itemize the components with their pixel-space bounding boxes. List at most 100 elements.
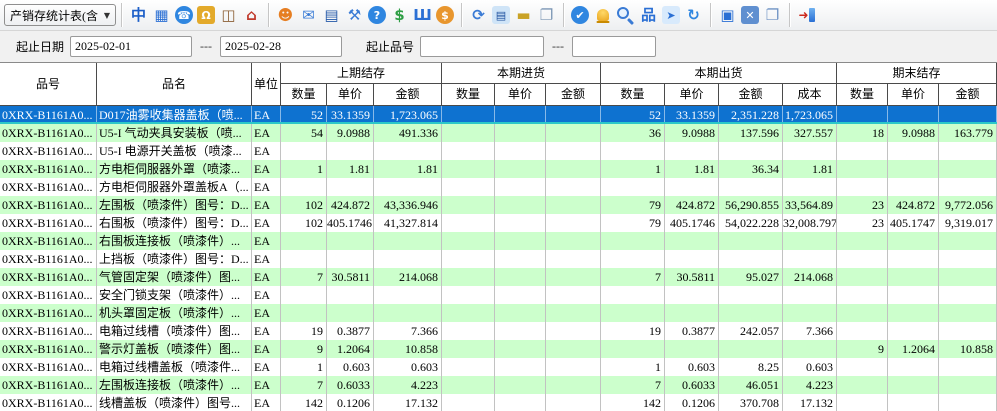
- cell-end-price: [888, 232, 939, 250]
- col-header: 金额: [546, 84, 601, 105]
- cell-out-qty: 79: [601, 196, 665, 214]
- cell-unit: EA: [252, 340, 281, 358]
- cell-prev-price: 0.6033: [327, 376, 374, 394]
- cell-out-price: 405.1746: [665, 214, 719, 232]
- cell-in-price: [495, 178, 546, 196]
- users-icon-glyph: ☻: [278, 8, 294, 23]
- cell-prev-amount: 43,336.946: [374, 196, 442, 214]
- cell-prev-price: 1.2064: [327, 340, 374, 358]
- cell-out-price: [665, 304, 719, 322]
- notebook-icon[interactable]: ▤: [492, 6, 510, 24]
- cell-end-qty: 23: [837, 196, 888, 214]
- grid-body: 0XRX-B1161A0...D017油雾收集器盖板（喷...EA5233.13…: [0, 106, 997, 411]
- table-row[interactable]: 0XRX-B1161A0...机头罩固定板（喷漆件）...EA: [0, 304, 997, 322]
- tool-icon[interactable]: ⚒: [344, 5, 365, 26]
- cell-prev-qty: [281, 232, 327, 250]
- restore-window-icon[interactable]: ▣: [717, 5, 738, 26]
- cell-unit: EA: [252, 106, 281, 122]
- monitor-icon[interactable]: ▦: [151, 5, 172, 26]
- report-type-selector[interactable]: 产销存统计表(含 ▼: [4, 4, 116, 26]
- part-from-input[interactable]: [420, 36, 544, 57]
- table-row[interactable]: 0XRX-B1161A0...方电柜伺服器外罩盖板A（...EA: [0, 178, 997, 196]
- cell-end-qty: 9: [837, 340, 888, 358]
- screen-pointer-icon[interactable]: ➤: [662, 6, 680, 24]
- table-row[interactable]: 0XRX-B1161A0...U5-I 气动夹具安装板（喷...EA549.09…: [0, 124, 997, 142]
- copy-icon-glyph: ❐: [540, 8, 553, 23]
- cell-out-cost: 4.223: [783, 376, 837, 394]
- cell-in-amount: [546, 286, 601, 304]
- approve-check-icon[interactable]: ✔: [571, 6, 589, 24]
- group-header-0: 上期结存数量单价金额: [281, 63, 442, 105]
- cell-out-qty: 7: [601, 376, 665, 394]
- group-header-label: 期末结存: [837, 63, 997, 84]
- cell-end-price: [888, 106, 939, 122]
- cell-end-amount: 10.858: [939, 340, 997, 358]
- briefcase-icon[interactable]: ◫: [218, 5, 239, 26]
- search-doc-icon[interactable]: [615, 5, 636, 26]
- cart-icon[interactable]: Ш: [412, 5, 433, 26]
- cell-in-price: [495, 376, 546, 394]
- cell-end-qty: [837, 286, 888, 304]
- cell-end-amount: [939, 304, 997, 322]
- cell-in-amount: [546, 250, 601, 268]
- cell-end-qty: [837, 376, 888, 394]
- table-row[interactable]: 0XRX-B1161A0...警示灯盖板（喷漆件）图...EA91.206410…: [0, 340, 997, 358]
- cell-out-amount: 8.25: [719, 358, 783, 376]
- help-icon[interactable]: ?: [368, 6, 386, 24]
- part-to-input[interactable]: [572, 36, 656, 57]
- table-row[interactable]: 0XRX-B1161A0...方电柜伺服器外罩（喷漆...EA11.811.81…: [0, 160, 997, 178]
- cell-prev-price: [327, 232, 374, 250]
- table-row[interactable]: 0XRX-B1161A0...电箱过线槽盖板（喷漆件...EA10.6030.6…: [0, 358, 997, 376]
- table-row[interactable]: 0XRX-B1161A0...左围板连接板（喷漆件）...EA70.60334.…: [0, 376, 997, 394]
- cell-part-no: 0XRX-B1161A0...: [0, 286, 97, 304]
- mail-icon[interactable]: ✉: [298, 5, 319, 26]
- table-row[interactable]: 0XRX-B1161A0...安全门锁支架（喷漆件）...EA: [0, 286, 997, 304]
- cell-out-price: 30.5811: [665, 268, 719, 286]
- cell-out-price: 1.81: [665, 160, 719, 178]
- table-row[interactable]: 0XRX-B1161A0...右围板（喷漆件）图号：D...EA102405.1…: [0, 214, 997, 232]
- table-row[interactable]: 0XRX-B1161A0...气管固定架（喷漆件）图...EA730.58112…: [0, 268, 997, 286]
- translate-icon[interactable]: 中: [128, 5, 149, 26]
- table-row[interactable]: 0XRX-B1161A0...电箱过线槽（喷漆件）图...EA190.38777…: [0, 322, 997, 340]
- users-icon[interactable]: ☻: [275, 5, 296, 26]
- lock-icon[interactable]: Ω: [197, 6, 215, 24]
- bell-icon[interactable]: [592, 5, 613, 26]
- cascade-windows-icon[interactable]: ❐: [762, 5, 783, 26]
- table-row[interactable]: 0XRX-B1161A0...D017油雾收集器盖板（喷...EA5233.13…: [0, 106, 997, 124]
- cell-prev-qty: 7: [281, 376, 327, 394]
- cell-out-price: 0.3877: [665, 322, 719, 340]
- table-row[interactable]: 0XRX-B1161A0...线槽盖板（喷漆件）图号...EA1420.1206…: [0, 394, 997, 411]
- user-dollar-icon[interactable]: $: [436, 6, 454, 24]
- cell-prev-price: [327, 178, 374, 196]
- cell-unit: EA: [252, 322, 281, 340]
- table-row[interactable]: 0XRX-B1161A0...左围板（喷漆件）图号：D...EA102424.8…: [0, 196, 997, 214]
- cell-prev-qty: 19: [281, 322, 327, 340]
- cell-prev-price: 30.5811: [327, 268, 374, 286]
- org-chart-icon[interactable]: 品: [638, 5, 659, 26]
- table-row[interactable]: 0XRX-B1161A0...U5-I 电源开关盖板（喷漆...EA: [0, 142, 997, 160]
- cell-out-amount: [719, 142, 783, 160]
- home-icon[interactable]: ⌂: [241, 5, 262, 26]
- date-from-input[interactable]: [70, 36, 192, 57]
- drawer-icon[interactable]: ▬: [513, 5, 534, 26]
- cell-in-qty: [442, 268, 495, 286]
- book-icon[interactable]: ▤: [321, 5, 342, 26]
- cell-part-no: 0XRX-B1161A0...: [0, 358, 97, 376]
- cell-unit: EA: [252, 358, 281, 376]
- cell-out-amount: 54,022.228: [719, 214, 783, 232]
- exit-icon[interactable]: ➜: [796, 5, 817, 26]
- cell-prev-price: 424.872: [327, 196, 374, 214]
- cell-prev-amount: [374, 232, 442, 250]
- table-row[interactable]: 0XRX-B1161A0...上挡板（喷漆件）图号：D...EA: [0, 250, 997, 268]
- cell-in-qty: [442, 142, 495, 160]
- cell-end-qty: [837, 304, 888, 322]
- refresh-icon[interactable]: ↻: [683, 5, 704, 26]
- dollar-icon[interactable]: $: [389, 5, 410, 26]
- close-window-icon[interactable]: ✕: [741, 6, 759, 24]
- phone-icon[interactable]: ☎: [175, 6, 193, 24]
- cell-in-qty: [442, 160, 495, 178]
- report-refresh-icon[interactable]: ⟳: [468, 5, 489, 26]
- date-to-input[interactable]: [220, 36, 342, 57]
- copy-icon[interactable]: ❐: [536, 5, 557, 26]
- table-row[interactable]: 0XRX-B1161A0...右围板连接板（喷漆件）...EA: [0, 232, 997, 250]
